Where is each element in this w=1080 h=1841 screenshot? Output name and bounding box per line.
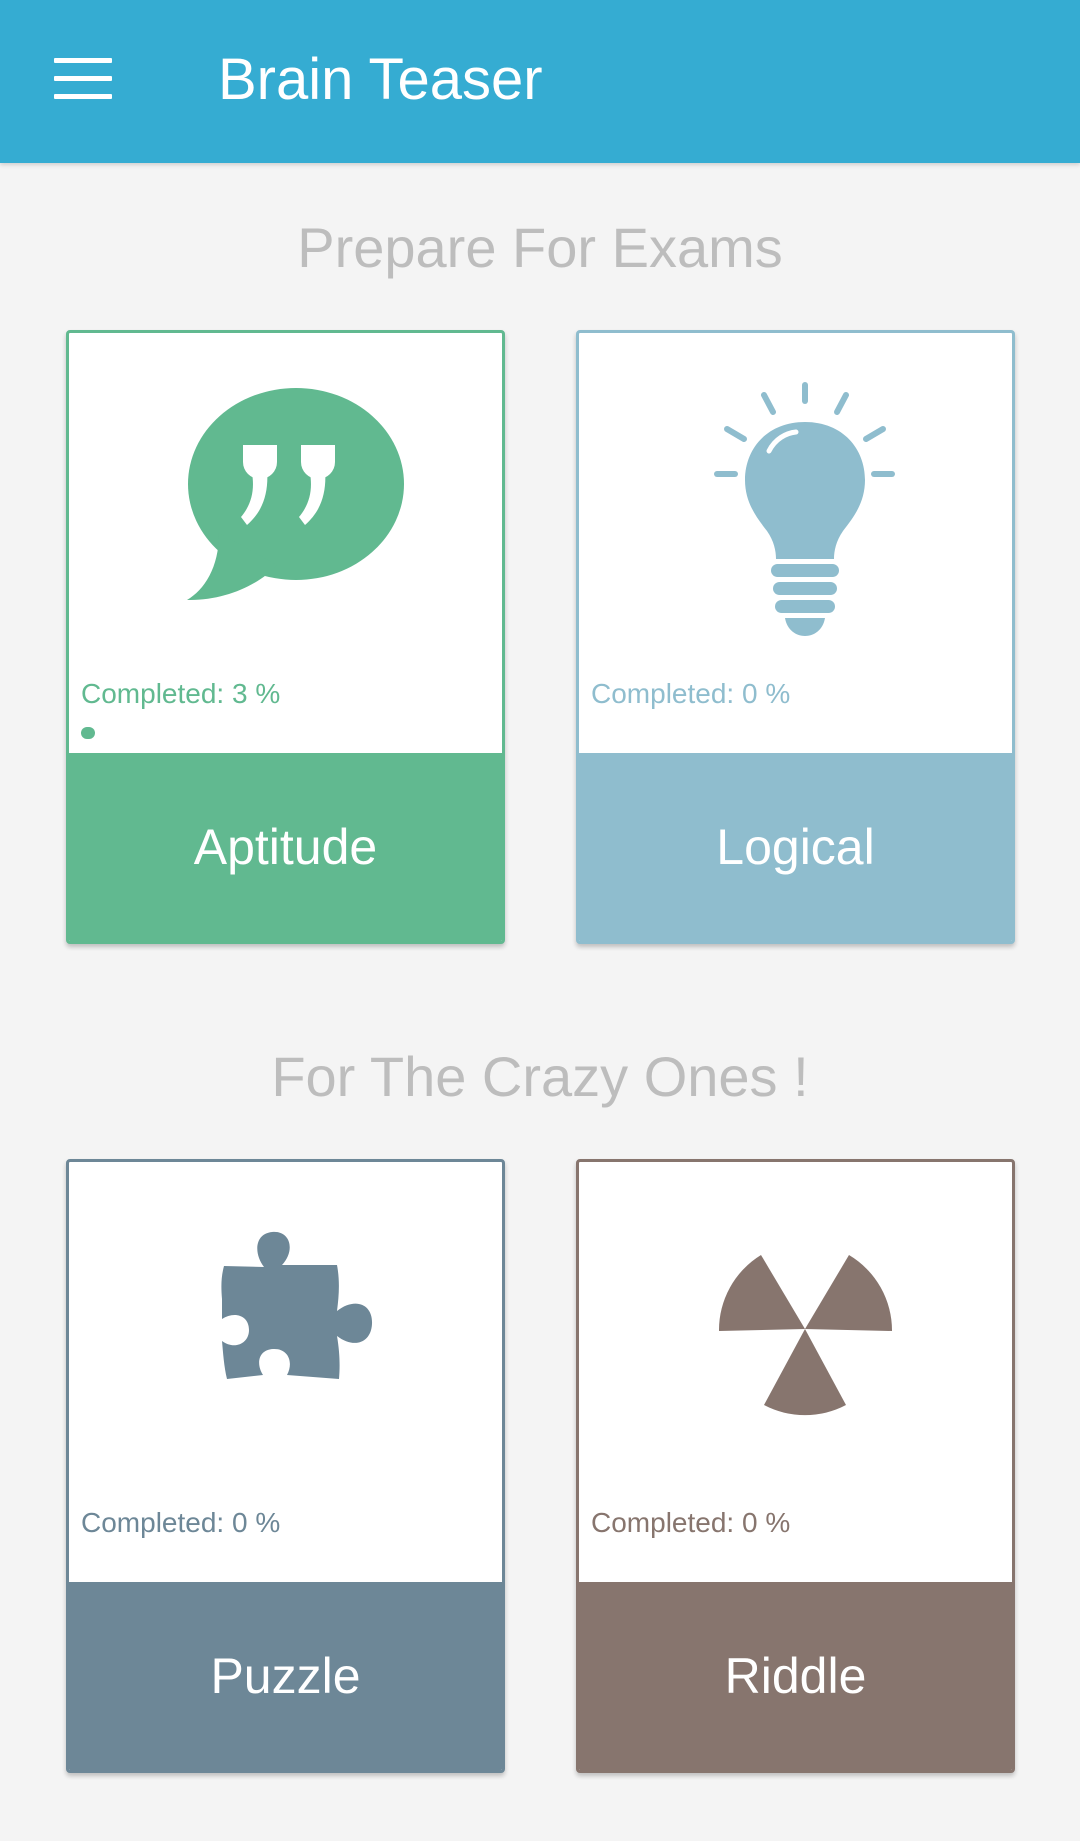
hamburger-menu-icon[interactable] [54,58,112,100]
card-aptitude[interactable]: Completed: 3 % Aptitude [66,330,505,944]
section-title-prepare-for-exams: Prepare For Exams [297,216,783,279]
lightbulb-icon [579,333,1012,663]
card-footer[interactable]: Riddle [579,1582,1012,1770]
card-puzzle[interactable]: Completed: 0 % Puzzle [66,1159,505,1773]
quote-bubble-icon [69,333,502,663]
section-title-for-the-crazy-ones: For The Crazy Ones ! [271,1045,809,1108]
puzzle-piece-icon [69,1162,502,1492]
radiation-icon [579,1162,1012,1492]
progress-bar [81,727,95,739]
card-footer[interactable]: Puzzle [69,1582,502,1770]
card-footer[interactable]: Logical [579,753,1012,941]
card-footer[interactable]: Aptitude [69,753,502,941]
card-logical[interactable]: Completed: 0 % Logical [576,330,1015,944]
completed-percentage: Completed: 3 % [81,678,281,709]
app-title: Brain Teaser [218,47,543,112]
card-label: Aptitude [193,819,378,875]
completed-percentage: Completed: 0 % [591,1507,791,1538]
card-label: Logical [716,819,875,875]
card-riddle[interactable]: Completed: 0 % Riddle [576,1159,1015,1773]
completed-percentage: Completed: 0 % [591,678,791,709]
card-label: Riddle [724,1648,867,1704]
completed-percentage: Completed: 0 % [81,1507,281,1538]
app-bar: Brain Teaser [0,0,1080,163]
card-label: Puzzle [210,1648,361,1704]
